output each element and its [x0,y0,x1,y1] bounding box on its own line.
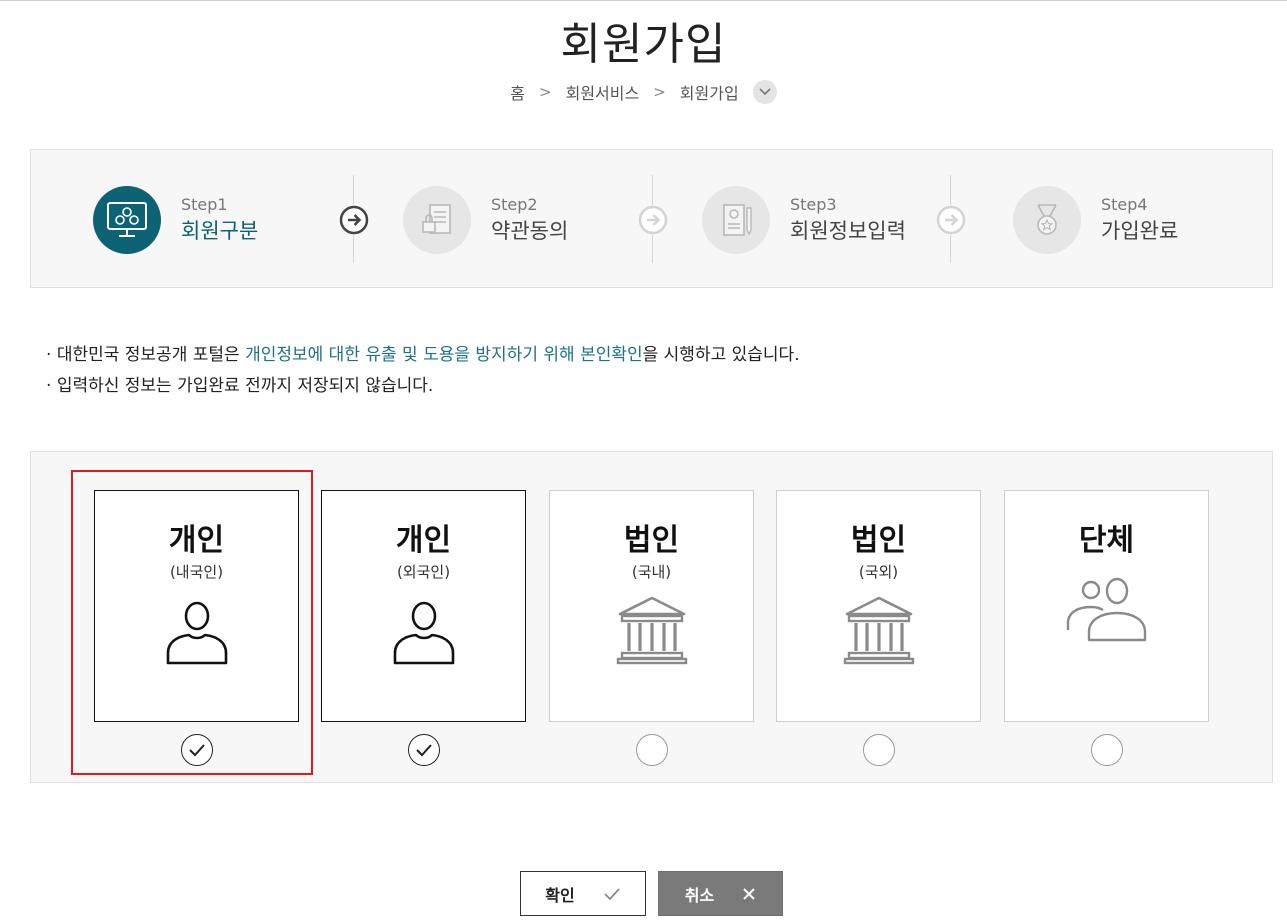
confirm-button[interactable]: 확인 [520,871,646,916]
card-title: 법인 [850,523,907,558]
card-title: 개인 [395,523,452,558]
step-name: 회원정보입력 [790,219,906,243]
medal-icon [1013,186,1081,254]
step-2: Step2 약관동의 [403,185,568,255]
breadcrumb-home[interactable]: 홈 [510,80,525,104]
radio-corporation-foreign[interactable] [863,734,895,766]
member-type-card-individual-foreign[interactable]: 개인 (외국인) [321,490,526,722]
step-1: Step1 회원구분 [93,185,258,255]
signup-steps: Step1 회원구분 Step2 약관동의 Step3 회원정보입력 Step4… [30,149,1273,288]
card-title: 개인 [168,523,225,558]
arrow-right-icon [638,205,668,235]
cancel-button[interactable]: 취소 [658,871,783,916]
members-monitor-icon [93,186,161,254]
chevron-down-icon[interactable] [752,80,777,104]
member-type-card-individual-domestic[interactable]: 개인 (내국인) [94,490,299,722]
arrow-right-icon [339,205,369,235]
bank-building-icon [550,596,753,666]
step-number: Step3 [790,195,837,214]
notice-item: · 대한민국 정보공개 포털은 개인정보에 대한 유출 및 도용을 방지하기 위… [46,345,800,365]
radio-individual-foreign[interactable] [408,734,440,766]
step-number: Step1 [181,195,228,214]
document-lock-icon [403,186,471,254]
member-type-card-group[interactable]: 단체 [1004,490,1209,722]
step-name: 회원구분 [181,219,259,243]
close-icon [742,887,756,901]
profile-form-icon [702,186,770,254]
step-3: Step3 회원정보입력 [702,185,906,255]
step-name: 가입완료 [1101,219,1179,243]
card-subtitle: (국내) [631,563,672,581]
card-title: 단체 [1078,523,1135,558]
notice-highlight: 개인정보에 대한 유출 및 도용을 방지하기 위해 본인확인 [245,345,643,365]
bank-building-icon [777,596,980,666]
radio-individual-domestic[interactable] [181,734,213,766]
step-number: Step2 [491,195,538,214]
step-4: Step4 가입완료 [1013,185,1178,255]
arrow-right-icon [936,205,966,235]
group-icon [1005,573,1208,643]
breadcrumb-separator-icon: > [653,83,666,101]
notice-list: · 대한민국 정보공개 포털은 개인정보에 대한 유출 및 도용을 방지하기 위… [46,340,800,402]
step-name: 약관동의 [491,219,569,243]
card-subtitle: (내국인) [169,563,224,581]
person-icon [95,596,298,666]
check-icon [603,887,621,901]
member-type-selector: 개인 (내국인) 개인 (외국인) 법인 (국내) 법인 (국외) 단체 [30,451,1273,783]
card-title: 법인 [623,523,680,558]
breadcrumb: 홈 > 회원서비스 > 회원가입 [0,80,1287,104]
top-border [0,0,1287,1]
breadcrumb-signup[interactable]: 회원가입 [680,80,739,104]
member-type-card-corporation-domestic[interactable]: 법인 (국내) [549,490,754,722]
breadcrumb-separator-icon: > [539,83,552,101]
notice-item: · 입력하신 정보는 가입완료 전까지 저장되지 않습니다. [46,376,434,396]
card-subtitle: (국외) [858,563,899,581]
radio-corporation-domestic[interactable] [636,734,668,766]
member-type-card-corporation-foreign[interactable]: 법인 (국외) [776,490,981,722]
person-icon [322,596,525,666]
radio-group[interactable] [1091,734,1123,766]
breadcrumb-member-service[interactable]: 회원서비스 [566,80,640,104]
page-title: 회원가입 [560,19,727,70]
card-subtitle: (외국인) [396,563,451,581]
step-number: Step4 [1101,195,1148,214]
